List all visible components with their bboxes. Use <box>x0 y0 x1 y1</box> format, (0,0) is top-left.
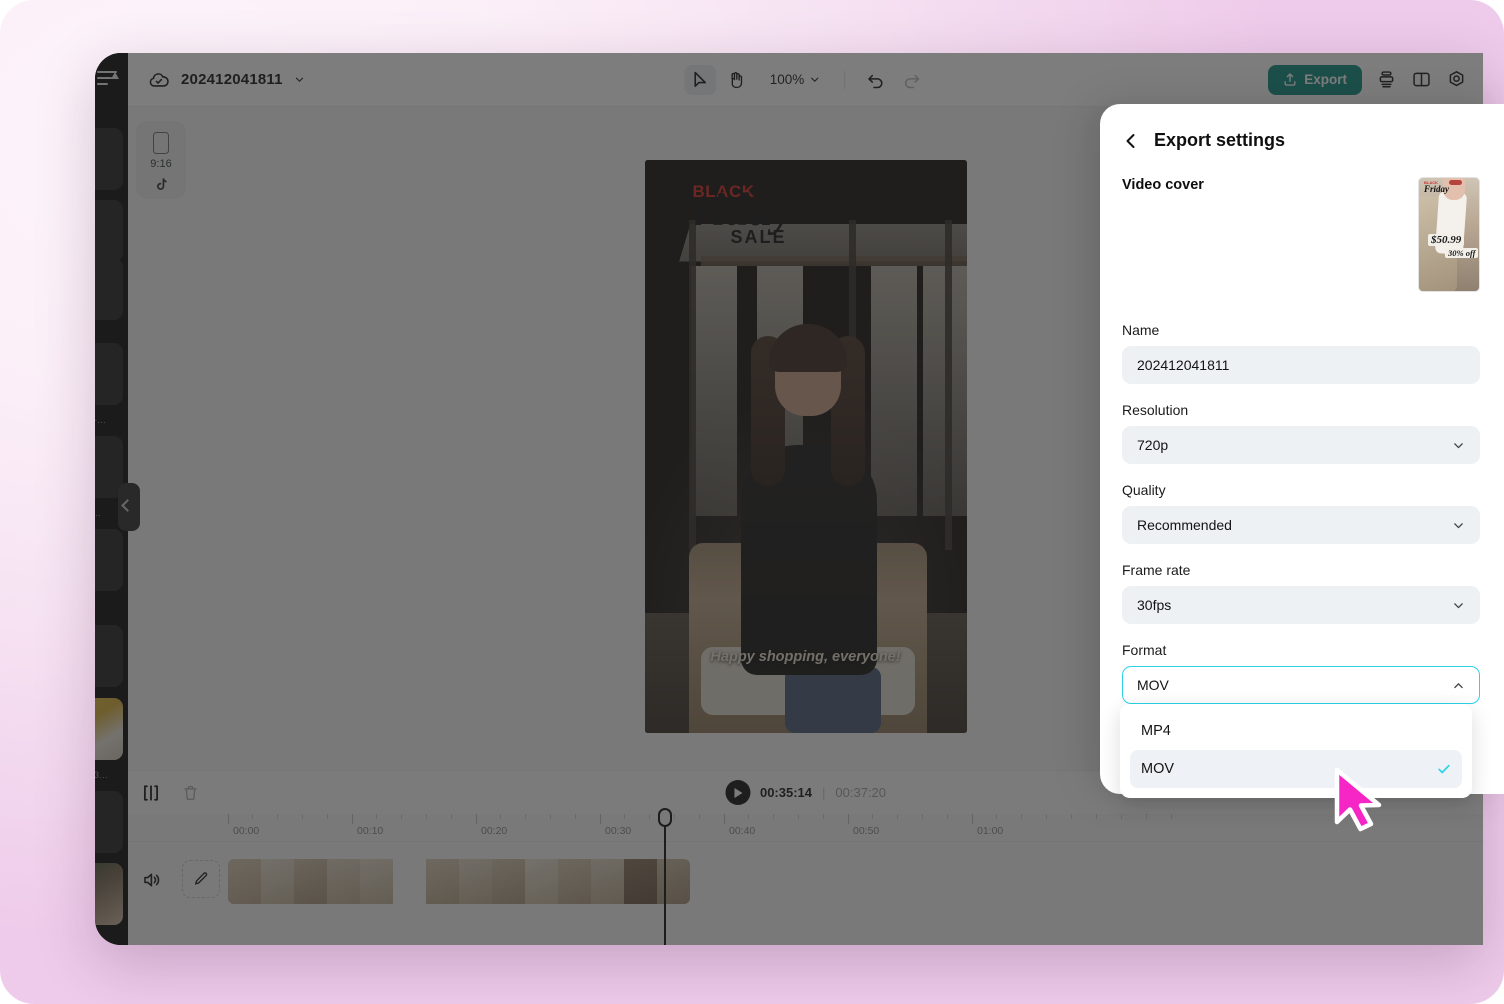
cover-price-label: $50.99 <box>1428 234 1465 246</box>
video-cover-thumbnail[interactable]: BLACK Friday $50.99 30% off <box>1418 177 1480 292</box>
export-settings-panel: Export settings Video cover BLACK Friday… <box>1100 104 1504 798</box>
resolution-select-value: 720p <box>1137 437 1169 453</box>
format-select[interactable]: MOV <box>1122 666 1480 704</box>
page-backdrop: p-… )… 03… X… 202412041811 <box>0 0 1504 1004</box>
field-label-frame-rate: Frame rate <box>1122 562 1191 578</box>
quality-select[interactable]: Recommended <box>1122 506 1480 544</box>
export-panel-header: Export settings <box>1122 130 1480 151</box>
chevron-left-icon[interactable] <box>1122 132 1140 150</box>
format-option-mov-label: MOV <box>1141 761 1175 777</box>
field-label-format: Format <box>1122 642 1167 658</box>
chevron-down-icon <box>1454 522 1463 528</box>
resolution-select[interactable]: 720p <box>1122 426 1480 464</box>
format-option-mov[interactable]: MOV <box>1130 750 1462 788</box>
video-cover-row: Video cover BLACK Friday $50.99 30% off <box>1122 177 1480 292</box>
name-input[interactable]: 202412041811 <box>1122 346 1480 384</box>
cover-discount-label: 30% off <box>1445 248 1479 258</box>
format-dropdown-menu[interactable]: MP4 MOV <box>1120 704 1472 798</box>
field-format: Format MOV <box>1122 642 1480 704</box>
video-cover-label: Video cover <box>1122 177 1204 193</box>
field-name: Name 202412041811 <box>1122 322 1480 384</box>
chevron-up-icon <box>1454 682 1463 688</box>
frame-rate-select-value: 30fps <box>1137 597 1172 613</box>
format-option-mp4[interactable]: MP4 <box>1130 712 1462 750</box>
field-frame-rate: Frame rate 30fps <box>1122 562 1480 624</box>
cover-badge-friday: BLACK Friday <box>1424 181 1449 194</box>
name-input-value: 202412041811 <box>1137 357 1230 373</box>
quality-select-value: Recommended <box>1137 517 1232 533</box>
field-label-resolution: Resolution <box>1122 402 1189 418</box>
field-label-name: Name <box>1122 322 1160 338</box>
export-panel-title: Export settings <box>1154 130 1286 150</box>
cover-lips <box>1449 180 1462 185</box>
frame-rate-select[interactable]: 30fps <box>1122 586 1480 624</box>
cover-badge-friday-text: Friday <box>1424 184 1450 194</box>
field-resolution: Resolution 720p <box>1122 402 1480 464</box>
check-icon <box>1438 764 1450 774</box>
pointer-cursor-icon <box>1334 767 1382 832</box>
format-option-mp4-label: MP4 <box>1141 723 1171 739</box>
chevron-down-icon <box>1454 442 1463 448</box>
format-select-value: MOV <box>1137 677 1169 693</box>
chevron-down-icon <box>1454 602 1463 608</box>
field-quality: Quality Recommended <box>1122 482 1480 544</box>
field-label-quality: Quality <box>1122 482 1166 498</box>
